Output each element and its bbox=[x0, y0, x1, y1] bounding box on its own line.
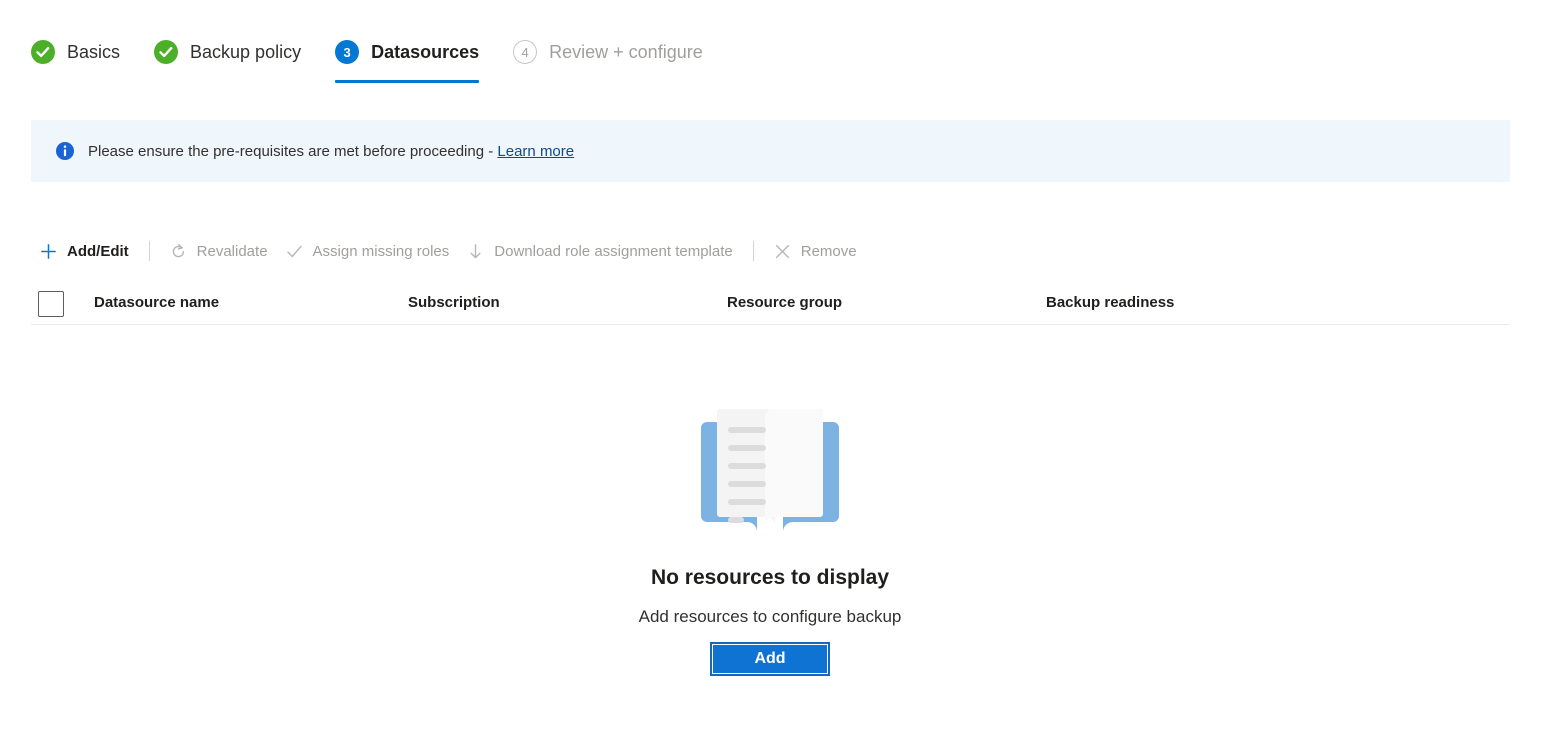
command-toolbar: Add/Edit Revalidate Assign missing roles… bbox=[31, 230, 866, 272]
wizard-step-label: Basics bbox=[67, 41, 121, 62]
remove-button[interactable]: Remove bbox=[765, 230, 866, 272]
download-arrow-icon bbox=[470, 243, 481, 258]
download-role-assignment-template-button[interactable]: Download role assignment template bbox=[458, 230, 741, 272]
assign-missing-roles-label: Assign missing roles bbox=[312, 242, 450, 260]
close-x-icon bbox=[775, 244, 789, 258]
refresh-icon bbox=[172, 243, 184, 257]
remove-label: Remove bbox=[800, 242, 857, 260]
add-button[interactable]: Add bbox=[710, 642, 830, 676]
prerequisites-info-banner: Please ensure the pre-requisites are met… bbox=[31, 120, 1510, 182]
plus-icon bbox=[41, 243, 56, 259]
revalidate-label: Revalidate bbox=[196, 242, 268, 260]
step-number-icon: 3 bbox=[335, 40, 360, 64]
learn-more-link[interactable]: Learn more bbox=[497, 143, 574, 160]
column-header-datasource-name[interactable]: Datasource name bbox=[94, 294, 219, 311]
banner-message-text: Please ensure the pre-requisites are met… bbox=[88, 142, 498, 160]
column-header-resource-group[interactable]: Resource group bbox=[727, 294, 842, 311]
download-role-assignment-template-label: Download role assignment template bbox=[494, 242, 733, 260]
wizard-step-basics[interactable]: Basics bbox=[31, 30, 120, 74]
select-all-checkbox[interactable] bbox=[38, 291, 64, 317]
info-icon bbox=[55, 141, 75, 161]
wizard-step-tabs: Basics Backup policy 3 Datasources 4 Rev… bbox=[31, 30, 703, 88]
datasources-table-header: Datasource name Subscription Resource gr… bbox=[31, 283, 1510, 325]
assign-missing-roles-button[interactable]: Assign missing roles bbox=[277, 230, 459, 272]
toolbar-separator bbox=[752, 241, 754, 261]
wizard-step-label: Datasources bbox=[371, 41, 480, 62]
check-circle-icon bbox=[31, 40, 55, 64]
column-header-subscription[interactable]: Subscription bbox=[408, 294, 500, 311]
wizard-step-label: Review + configure bbox=[549, 41, 703, 62]
open-book-icon bbox=[695, 400, 845, 544]
empty-state: No resources to display Add resources to… bbox=[0, 400, 1540, 676]
check-circle-icon bbox=[154, 40, 179, 64]
column-header-backup-readiness[interactable]: Backup readiness bbox=[1046, 294, 1174, 311]
wizard-step-backup-policy[interactable]: Backup policy bbox=[154, 30, 301, 74]
banner-message: Please ensure the pre-requisites are met… bbox=[88, 143, 574, 160]
add-edit-button[interactable]: Add/Edit bbox=[31, 230, 138, 272]
toolbar-separator bbox=[148, 241, 150, 261]
active-step-underline bbox=[335, 80, 480, 83]
step-number-icon: 4 bbox=[513, 40, 538, 64]
wizard-step-datasources[interactable]: 3 Datasources bbox=[335, 30, 480, 83]
empty-state-title: No resources to display bbox=[650, 566, 890, 589]
wizard-step-label: Backup policy bbox=[190, 41, 302, 62]
checkmark-icon bbox=[286, 245, 302, 257]
revalidate-button[interactable]: Revalidate bbox=[161, 230, 277, 272]
empty-state-subtitle: Add resources to configure backup bbox=[638, 607, 902, 626]
wizard-step-review-configure[interactable]: 4 Review + configure bbox=[513, 30, 703, 74]
add-edit-label: Add/Edit bbox=[67, 242, 129, 260]
